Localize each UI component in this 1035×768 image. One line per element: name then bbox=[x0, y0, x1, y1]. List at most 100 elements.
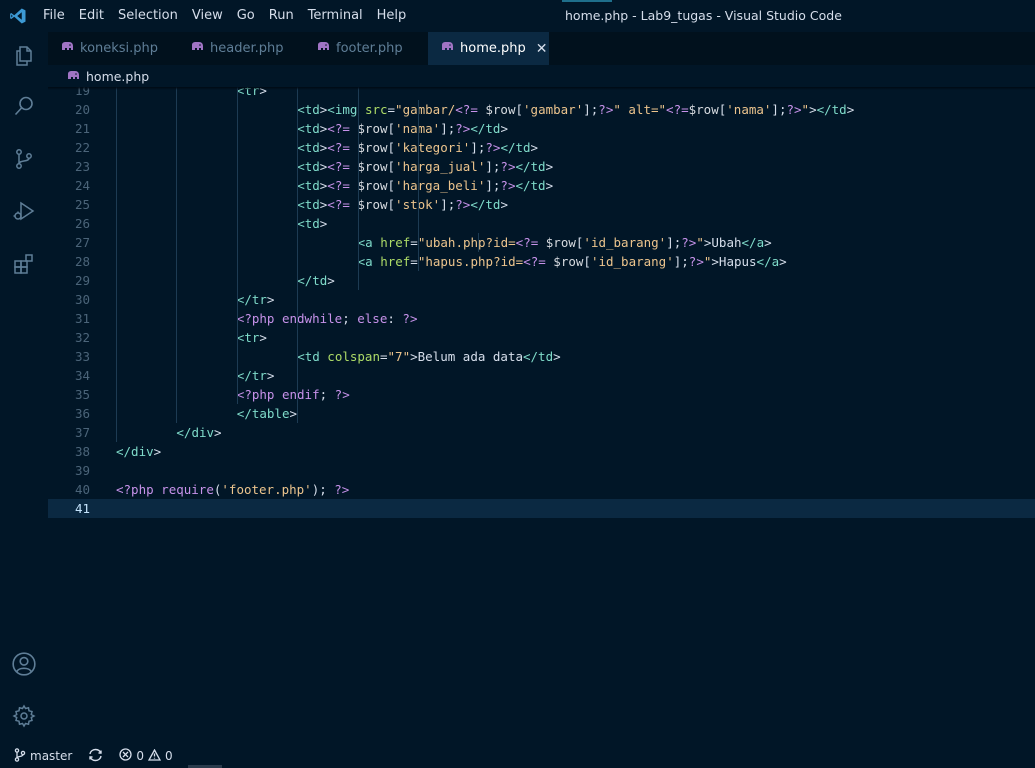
git-branch-icon bbox=[14, 747, 26, 765]
sync-icon bbox=[88, 748, 103, 765]
menu-help[interactable]: Help bbox=[370, 0, 414, 32]
indent-guide bbox=[236, 87, 238, 404]
line-number: 25 bbox=[74, 197, 90, 212]
activity-bar bbox=[0, 32, 48, 744]
editor-scroll-shadow bbox=[48, 87, 1035, 90]
menu-run[interactable]: Run bbox=[262, 0, 301, 32]
branch-name: master bbox=[30, 749, 73, 763]
settings-gear-icon[interactable] bbox=[0, 692, 48, 740]
line-number: 40 bbox=[74, 482, 90, 497]
code-line[interactable]: 40 <?php require('footer.php'); ?> bbox=[48, 480, 1035, 499]
php-elephant-icon bbox=[316, 41, 330, 56]
sync-button[interactable] bbox=[88, 748, 103, 765]
code-line[interactable]: 34 </tr> bbox=[48, 366, 1035, 385]
code-text: <td> bbox=[297, 216, 328, 231]
code-text: <td><?= $row['nama'];?></td> bbox=[297, 121, 508, 136]
title-bar: File Edit Selection View Go Run Terminal… bbox=[0, 0, 1035, 32]
code-line[interactable]: 30 </tr> bbox=[48, 290, 1035, 309]
menu-view[interactable]: View bbox=[185, 0, 230, 32]
search-icon[interactable] bbox=[0, 82, 48, 130]
php-elephant-icon bbox=[190, 41, 204, 56]
code-text: </tr> bbox=[236, 292, 275, 307]
indent-guide bbox=[357, 87, 359, 290]
tab-koneksi-php[interactable]: koneksi.php bbox=[48, 32, 178, 65]
code-text: <td colspan="7">Belum ada data</td> bbox=[297, 349, 561, 364]
code-text: </div> bbox=[176, 425, 222, 440]
code-text: </table> bbox=[236, 406, 298, 421]
code-text: <?php endwhile; else: ?> bbox=[236, 311, 418, 326]
tab-home-php[interactable]: home.php ✕ bbox=[428, 32, 550, 65]
breadcrumb-file[interactable]: home.php bbox=[86, 69, 149, 84]
warning-icon bbox=[147, 748, 162, 764]
line-number: 37 bbox=[74, 425, 90, 440]
line-number: 36 bbox=[74, 406, 90, 421]
code-editor[interactable]: 19 <tr> 20 <td><img src="gambar/<?= $row['g… bbox=[48, 87, 1035, 744]
line-number: 20 bbox=[74, 102, 90, 117]
code-line[interactable]: 32 <tr> bbox=[48, 328, 1035, 347]
breadcrumb: home.php bbox=[48, 65, 1035, 87]
close-icon[interactable]: ✕ bbox=[536, 41, 548, 57]
line-number: 21 bbox=[74, 121, 90, 136]
tab-label: home.php bbox=[460, 41, 526, 56]
line-number: 24 bbox=[74, 178, 90, 193]
code-line[interactable]: 29 </td> bbox=[48, 271, 1035, 290]
code-line[interactable]: 41 bbox=[48, 499, 1035, 518]
menu-file[interactable]: File bbox=[36, 0, 72, 32]
menu-edit[interactable]: Edit bbox=[72, 0, 111, 32]
menu-bar: File Edit Selection View Go Run Terminal… bbox=[36, 0, 413, 32]
line-number: 33 bbox=[74, 349, 90, 364]
code-line[interactable]: 31 <?php endwhile; else: ?> bbox=[48, 309, 1035, 328]
indent-guide bbox=[116, 87, 117, 442]
window-title: home.php - Lab9_tugas - Visual Studio Co… bbox=[565, 8, 842, 23]
code-line[interactable]: 23 <td><?= $row['harga_jual'];?></td> bbox=[48, 157, 1035, 176]
status-branch[interactable]: master bbox=[14, 747, 73, 765]
error-icon bbox=[119, 748, 132, 764]
source-control-icon[interactable] bbox=[0, 135, 48, 183]
code-line[interactable]: 35 <?php endif; ?> bbox=[48, 385, 1035, 404]
code-line[interactable]: 33 <td colspan="7">Belum ada data</td> bbox=[48, 347, 1035, 366]
code-line[interactable]: 22 <td><?= $row['kategori'];?></td> bbox=[48, 138, 1035, 157]
menu-terminal[interactable]: Terminal bbox=[301, 0, 370, 32]
code-line[interactable]: 39 bbox=[48, 461, 1035, 480]
line-number: 32 bbox=[74, 330, 90, 345]
code-line[interactable]: 20 <td><img src="gambar/<?= $row['gambar'… bbox=[48, 100, 1035, 119]
tab-footer-php[interactable]: footer.php bbox=[304, 32, 428, 65]
code-text: <a href="ubah.php?id=<?= $row['id_barang… bbox=[357, 235, 772, 250]
tab-label: koneksi.php bbox=[80, 41, 159, 56]
code-text: <a href="hapus.php?id=<?= $row['id_baran… bbox=[357, 254, 787, 269]
tab-header-php[interactable]: header.php bbox=[178, 32, 304, 65]
code-text: </div> bbox=[116, 444, 162, 459]
code-line[interactable]: 36 </table> bbox=[48, 404, 1035, 423]
code-text: <td><?= $row['harga_jual'];?></td> bbox=[297, 159, 554, 174]
status-bar: master 0 0 bbox=[0, 744, 1035, 768]
code-line[interactable]: 37 </div> bbox=[48, 423, 1035, 442]
accounts-icon[interactable] bbox=[0, 640, 48, 688]
code-line[interactable]: 28 <a href="hapus.php?id=<?= $row['id_bar… bbox=[48, 252, 1035, 271]
editor-tabs: koneksi.php header.php footer.php home.p… bbox=[48, 32, 1035, 65]
code-text: <?php endif; ?> bbox=[236, 387, 350, 402]
line-number: 35 bbox=[74, 387, 90, 402]
line-number: 30 bbox=[74, 292, 90, 307]
code-line[interactable]: 38 </div> bbox=[48, 442, 1035, 461]
code-text: <tr> bbox=[236, 330, 267, 345]
code-text: </tr> bbox=[236, 368, 275, 383]
explorer-icon[interactable] bbox=[0, 32, 48, 80]
indent-guide bbox=[478, 233, 480, 252]
run-debug-icon[interactable] bbox=[0, 187, 48, 235]
line-number: 28 bbox=[74, 254, 90, 269]
menu-go[interactable]: Go bbox=[230, 0, 262, 32]
line-number: 29 bbox=[74, 273, 90, 288]
line-number: 41 bbox=[74, 501, 90, 516]
tab-label: header.php bbox=[210, 41, 284, 56]
problems-button[interactable]: 0 0 bbox=[119, 748, 173, 764]
code-line[interactable]: 24 <td><?= $row['harga_beli'];?></td> bbox=[48, 176, 1035, 195]
extensions-icon[interactable] bbox=[0, 240, 48, 288]
code-line[interactable]: 21 <td><?= $row['nama'];?></td> bbox=[48, 119, 1035, 138]
code-line[interactable]: 26 <td> bbox=[48, 214, 1035, 233]
menu-selection[interactable]: Selection bbox=[111, 0, 185, 32]
code-line[interactable]: 27 <a href="ubah.php?id=<?= $row['id_bara… bbox=[48, 233, 1035, 252]
line-number: 26 bbox=[74, 216, 90, 231]
code-line[interactable]: 25 <td><?= $row['stok'];?></td> bbox=[48, 195, 1035, 214]
php-elephant-icon bbox=[66, 69, 80, 84]
line-number: 27 bbox=[74, 235, 90, 250]
